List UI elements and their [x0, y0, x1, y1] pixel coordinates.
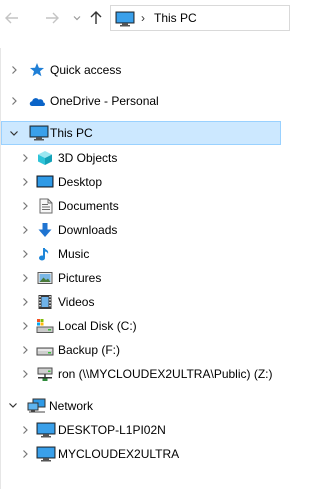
- music-note-icon: [39, 248, 49, 261]
- chevron-down-icon: [73, 16, 81, 21]
- tree-item-music[interactable]: Music: [1, 242, 281, 266]
- tree-item-label: Pictures: [58, 271, 102, 285]
- tree-item-network-drive[interactable]: ron (\\MYCLOUDEX2ULTRA\Public) (Z:): [1, 362, 281, 386]
- tree-item-local-disk[interactable]: Local Disk (C:): [1, 314, 281, 338]
- chevron-right-icon[interactable]: [20, 321, 30, 331]
- tree-item-desktop-pc[interactable]: DESKTOP-L1PI02N: [1, 418, 281, 442]
- tree-item-documents[interactable]: Documents: [1, 194, 281, 218]
- chevron-right-icon[interactable]: [20, 369, 30, 379]
- chevron-right-icon[interactable]: [9, 96, 19, 106]
- cloud-icon: [29, 98, 46, 106]
- tree-item-label: MYCLOUDEX2ULTRA: [58, 447, 180, 461]
- computer-icon: [115, 11, 135, 30]
- recent-locations-button[interactable]: [67, 8, 87, 28]
- tree-item-label: Local Disk (C:): [58, 319, 137, 333]
- tree-item-label: Network: [49, 399, 94, 413]
- chevron-right-icon[interactable]: [20, 201, 30, 211]
- tree-item-label: Videos: [58, 295, 95, 309]
- tree-item-pictures[interactable]: Pictures: [1, 266, 281, 290]
- tree-item-quick-access[interactable]: Quick access: [1, 58, 281, 82]
- chevron-right-icon[interactable]: [20, 153, 30, 163]
- tree-item-label: Documents: [58, 199, 119, 213]
- chevron-right-icon[interactable]: [20, 345, 30, 355]
- tree-item-this-pc[interactable]: This PC: [1, 121, 281, 145]
- forward-button[interactable]: [42, 8, 62, 28]
- computer-icon: [36, 446, 56, 462]
- tree-item-onedrive[interactable]: OneDrive - Personal: [1, 89, 281, 113]
- chevron-right-icon[interactable]: [20, 297, 30, 307]
- address-bar[interactable]: › This PC: [110, 5, 290, 31]
- breadcrumb-this-pc[interactable]: This PC: [154, 11, 197, 25]
- chevron-right-icon[interactable]: [9, 65, 19, 75]
- tree-item-videos[interactable]: Videos: [1, 290, 281, 314]
- chevron-right-icon[interactable]: [20, 425, 30, 435]
- tree-item-mycloud[interactable]: MYCLOUDEX2ULTRA: [1, 442, 281, 466]
- network-drive-icon: [37, 367, 53, 381]
- tree-item-label: 3D Objects: [58, 151, 118, 165]
- tree-item-downloads[interactable]: Downloads: [1, 218, 281, 242]
- tree-item-label: Desktop: [58, 175, 103, 189]
- computer-icon: [36, 422, 56, 438]
- chevron-right-icon[interactable]: [20, 449, 30, 459]
- tree-item-label: ron (\\MYCLOUDEX2ULTRA\Public) (Z:): [58, 367, 273, 381]
- drive-icon: [36, 347, 54, 356]
- chevron-down-icon[interactable]: [9, 128, 19, 138]
- back-arrow-icon: [5, 12, 18, 24]
- up-button[interactable]: [86, 8, 106, 28]
- cube-icon: [38, 151, 52, 165]
- breadcrumb-separator: ›: [141, 11, 145, 25]
- desktop-icon: [36, 175, 54, 188]
- tree-item-label: Backup (F:): [58, 343, 121, 357]
- navigation-bar: › This PC: [0, 0, 290, 38]
- document-icon: [39, 198, 53, 214]
- navigation-pane: Quick access OneDrive - Personal This PC: [0, 48, 281, 489]
- tree-item-label: Quick access: [50, 63, 122, 77]
- tree-item-desktop[interactable]: Desktop: [1, 170, 281, 194]
- forward-arrow-icon: [46, 12, 59, 24]
- picture-icon: [37, 272, 53, 284]
- download-arrow-icon: [38, 223, 52, 237]
- back-button[interactable]: [2, 8, 22, 28]
- tree-item-3d-objects[interactable]: 3D Objects: [1, 146, 281, 170]
- network-icon: [27, 398, 46, 413]
- chevron-right-icon[interactable]: [20, 177, 30, 187]
- chevron-down-icon[interactable]: [8, 400, 18, 410]
- chevron-right-icon[interactable]: [20, 225, 30, 235]
- film-strip-icon: [38, 295, 52, 309]
- computer-icon: [29, 125, 49, 141]
- chevron-right-icon[interactable]: [20, 273, 30, 283]
- tree-item-label: OneDrive - Personal: [50, 94, 159, 108]
- up-arrow-icon: [90, 11, 102, 24]
- chevron-right-icon[interactable]: [20, 249, 30, 259]
- tree-item-network[interactable]: Network: [1, 394, 281, 418]
- tree-item-label: Downloads: [58, 223, 118, 237]
- tree-item-label: DESKTOP-L1PI02N: [58, 423, 166, 437]
- tree-item-label: Music: [58, 247, 90, 261]
- star-icon: [30, 63, 44, 77]
- tree-item-backup-drive[interactable]: Backup (F:): [1, 338, 281, 362]
- system-drive-icon: [36, 319, 54, 333]
- tree-item-label: This PC: [50, 126, 93, 140]
